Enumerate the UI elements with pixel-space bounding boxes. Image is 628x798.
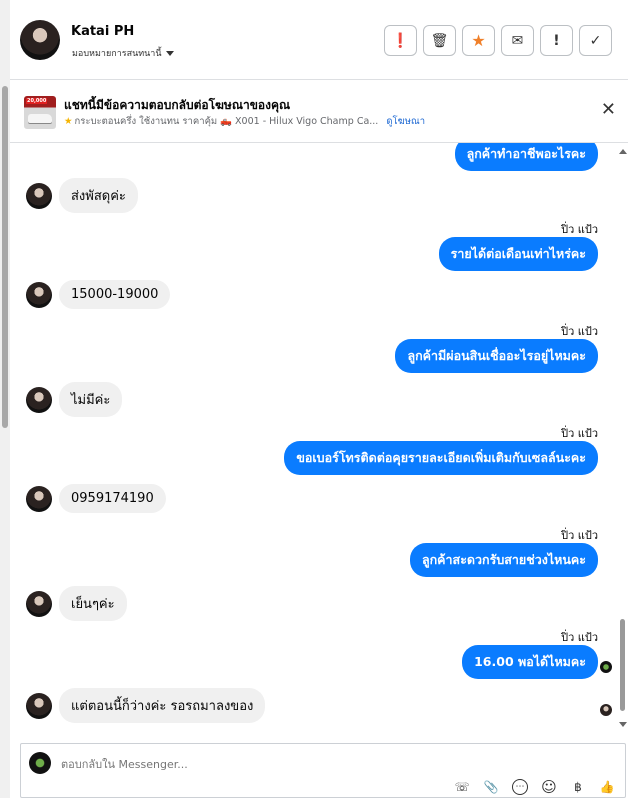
star-button[interactable]: ★ [462, 25, 495, 56]
mark-unread-button[interactable]: ✉ [501, 25, 534, 56]
message-bubble-incoming: เย็นๆค่ะ [59, 586, 127, 621]
message-bubble-outgoing: ลูกค้าสะดวกรับสายช่วงไหนคะ [409, 543, 598, 577]
check-icon: ✓ [589, 32, 602, 49]
truck-image [28, 114, 52, 123]
ad-banner-subtitle: ★ กระบะตอนครึ่ง ใช้งานทน ราคาคุ้ม 🛻 X001 … [64, 114, 425, 129]
done-button[interactable]: ✓ [579, 25, 612, 56]
page-scrollbar[interactable] [0, 0, 10, 798]
message-bubble-outgoing: ลูกค้าทำอาชีพอะไรคะ [454, 143, 598, 171]
star-icon: ★ [64, 116, 73, 127]
page-avatar [29, 752, 51, 774]
caret-down-icon [165, 51, 174, 56]
spam-button[interactable]: ! [540, 25, 573, 56]
message-row-incoming: แต่ตอนนี้ก็ว่างค่ะ รอรถมาลงของ [26, 688, 266, 723]
message-bubble-outgoing: 16.00 พอได้ไหมคะ [462, 645, 598, 679]
ad-subtitle-text: กระบะตอนครึ่ง ใช้งานทน ราคาคุ้ม 🛻 X001 -… [74, 116, 379, 127]
message-bubble-incoming: ไม่มีค่ะ [59, 382, 123, 417]
close-icon[interactable]: ✕ [601, 101, 616, 119]
contact-avatar[interactable] [20, 20, 60, 60]
attach-icon[interactable]: 📎 [483, 779, 499, 795]
message-bubble-outgoing: ขอเบอร์โทรติดต่อคุยรายละเอียดเพิ่มเติมกั… [284, 441, 598, 475]
conversation-header: Katai PH มอบหมายการสนทนานี้ ❗ 🗑 ★ ✉ ! ✓ [10, 0, 628, 80]
envelope-icon: ✉ [511, 32, 524, 49]
message-bubble-incoming: 0959174190 [59, 484, 166, 513]
sender-name: ปิ่ว แป้ว [561, 223, 598, 236]
contact-avatar[interactable] [26, 692, 52, 719]
message-row-incoming: เย็นๆค่ะ [26, 586, 127, 621]
report-button[interactable]: ❗ [384, 25, 417, 56]
seen-by-page-avatar [600, 661, 612, 673]
message-row-incoming: 15000-19000 [26, 280, 171, 309]
ad-thumbnail-badge: 20,000 [26, 98, 48, 104]
assign-conversation-dropdown[interactable]: มอบหมายการสนทนานี้ [72, 46, 174, 60]
sender-name: ปิ่ว แป้ว [561, 427, 598, 440]
message-row-incoming: 0959174190 [26, 484, 166, 513]
header-actions: ❗ 🗑 ★ ✉ ! ✓ [384, 25, 612, 56]
thread-scrollbar[interactable] [618, 143, 628, 743]
emoji-icon[interactable]: ☺ [541, 778, 557, 796]
composer-tools: ☏ 📎 ⋯ ☺ ฿ 👍 [454, 778, 615, 796]
payment-icon[interactable]: ฿ [570, 779, 586, 795]
ad-reply-banner: 20,000 แชทนี้มีข้อความตอบกลับต่อโฆษณาของ… [10, 81, 628, 143]
contact-avatar[interactable] [26, 281, 52, 308]
seen-by-contact-avatar [600, 704, 612, 716]
alert-circle-icon: ❗ [391, 32, 410, 49]
page-scrollbar-thumb[interactable] [2, 86, 8, 428]
ad-banner-title: แชทนี้มีข้อความตอบกลับต่อโฆษณาของคุณ [64, 98, 291, 112]
sender-name: ปิ่ว แป้ว [561, 529, 598, 542]
call-icon[interactable]: ☏ [454, 779, 470, 795]
sender-name: ปิ่ว แป้ว [561, 631, 598, 644]
message-bubble-outgoing: ลูกค้ามีผ่อนสินเชื่ออะไรอยู่ไหมคะ [395, 339, 598, 373]
message-thread[interactable]: ลูกค้าทำอาชีพอะไรคะ ส่งพัสดุค่ะ ปิ่ว แป้… [10, 143, 618, 743]
thread-scrollbar-thumb[interactable] [620, 619, 625, 711]
contact-avatar[interactable] [26, 182, 52, 209]
sender-name: ปิ่ว แป้ว [561, 325, 598, 338]
reply-input[interactable] [61, 758, 481, 771]
like-icon[interactable]: 👍 [599, 779, 615, 795]
star-icon: ★ [471, 31, 486, 50]
contact-avatar[interactable] [26, 590, 52, 617]
view-ad-link[interactable]: ดูโฆษณา [386, 116, 425, 127]
message-bubble-incoming: ส่งพัสดุค่ะ [59, 178, 138, 213]
message-bubble-incoming: แต่ตอนนี้ก็ว่างค่ะ รอรถมาลงของ [59, 688, 266, 723]
saved-replies-icon[interactable]: ⋯ [512, 779, 528, 795]
message-row-incoming: ส่งพัสดุค่ะ [26, 178, 138, 213]
assign-label: มอบหมายการสนทนานี้ [72, 49, 162, 59]
delete-button[interactable]: 🗑 [423, 25, 456, 56]
scroll-down-arrow-icon[interactable] [619, 722, 627, 727]
trash-icon: 🗑 [430, 32, 449, 49]
contact-avatar[interactable] [26, 485, 52, 512]
ad-thumbnail[interactable]: 20,000 [24, 96, 56, 129]
exclamation-icon: ! [553, 32, 560, 49]
message-bubble-incoming: 15000-19000 [59, 280, 171, 309]
reply-composer: ☏ 📎 ⋯ ☺ ฿ 👍 [20, 743, 626, 798]
message-row-incoming: ไม่มีค่ะ [26, 382, 123, 417]
message-bubble-outgoing: รายได้ต่อเดือนเท่าไหร่คะ [438, 237, 598, 271]
contact-name[interactable]: Katai PH [71, 24, 134, 39]
scroll-up-arrow-icon[interactable] [619, 149, 627, 154]
contact-avatar[interactable] [26, 386, 52, 413]
